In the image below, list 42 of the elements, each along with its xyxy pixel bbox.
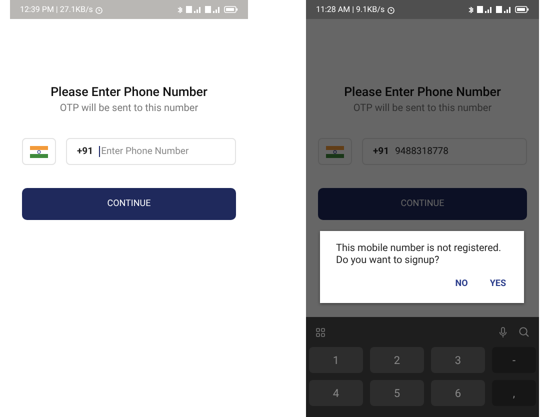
status-text: 11:28 AM | 9.1KB/s <box>316 5 385 14</box>
india-flag-icon <box>326 146 344 158</box>
screen-title: Please Enter Phone Number <box>344 85 501 100</box>
status-text: 12:39 PM | 27.1KB/s <box>20 5 93 14</box>
phone-number-field[interactable]: +91 9488318778 <box>362 138 527 165</box>
alarm-icon <box>94 6 103 14</box>
dialog-button[interactable]: YES <box>486 277 510 291</box>
battery-icon <box>224 6 238 13</box>
keyboard-key[interactable]: - <box>492 347 536 373</box>
alarm-icon <box>386 6 395 14</box>
microphone-icon[interactable] <box>499 326 507 338</box>
text-cursor <box>99 146 100 157</box>
keyboard-key[interactable]: 3 <box>431 347 485 373</box>
phone-number-field[interactable]: +91 Enter Phone Number <box>66 138 236 165</box>
signal-icon <box>477 6 493 13</box>
keyboard-key[interactable]: 4 <box>309 380 363 406</box>
signal-icon <box>186 6 202 13</box>
keyboard-key[interactable]: 2 <box>370 347 424 373</box>
continue-button[interactable]: CONTINUE <box>22 188 236 220</box>
country-picker[interactable] <box>22 138 56 165</box>
screen-title: Please Enter Phone Number <box>50 85 208 100</box>
country-code-text: +91 <box>373 146 390 157</box>
keyboard-key[interactable]: 1 <box>309 347 363 373</box>
country-code-text: +91 <box>77 146 94 157</box>
continue-button[interactable]: CONTINUE <box>318 188 527 220</box>
bluetooth-icon <box>468 6 474 14</box>
keyboard-key[interactable]: 5 <box>370 380 424 406</box>
keyboard-key[interactable]: , <box>492 380 536 406</box>
signal-icon <box>205 6 221 13</box>
phone-number-input[interactable]: 9488318778 <box>395 146 506 157</box>
bluetooth-icon <box>177 6 183 14</box>
keyboard-key[interactable]: 6 <box>431 380 485 406</box>
grid-icon[interactable] <box>316 328 325 336</box>
screen-subtitle: OTP will be sent to this number <box>60 103 198 115</box>
battery-icon <box>515 6 529 13</box>
phone-number-input[interactable]: Enter Phone Number <box>101 146 212 157</box>
search-icon[interactable] <box>519 327 529 337</box>
country-picker[interactable] <box>318 138 352 165</box>
dialog-message: This mobile number is not registered. Do you want to signup? <box>336 243 502 267</box>
india-flag-icon <box>30 146 48 158</box>
signal-icon <box>496 6 512 13</box>
dialog-button[interactable]: NO <box>451 277 472 291</box>
